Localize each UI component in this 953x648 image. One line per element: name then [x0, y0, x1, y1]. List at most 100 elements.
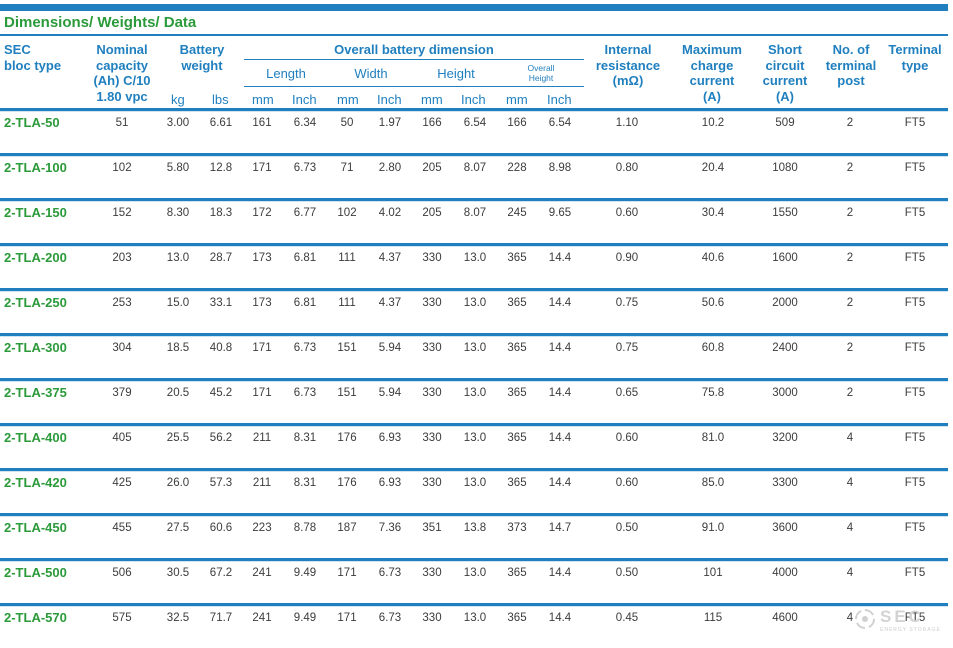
cell-overall-height-inch: 14.4 [548, 612, 572, 624]
cell-model: 2-TLA-400 [4, 430, 67, 445]
table-row: 2-TLA-500 506 30.5 67.2 241 9.49 171 6.73 330 13.… [0, 558, 948, 603]
cell-terminal-posts: 2 [846, 162, 854, 174]
header-overall-height: Overall Height [527, 63, 555, 83]
cell-short-circuit-current: 1080 [772, 162, 798, 174]
cell-model: 2-TLA-150 [4, 205, 67, 220]
cell-model: 2-TLA-500 [4, 565, 67, 580]
unit-overall-height-inch: Inch [547, 92, 572, 107]
cell-max-charge-current: 10.2 [701, 117, 725, 129]
row-separator-shadow [0, 426, 948, 427]
table-row: 2-TLA-100 102 5.80 12.8 171 6.73 71 2.80 205 8.07… [0, 153, 948, 198]
table-row: 2-TLA-50 51 3.00 6.61 161 6.34 50 1.97 166 6.54 16… [0, 108, 948, 153]
cell-max-charge-current: 75.8 [701, 387, 725, 399]
table-row: 2-TLA-300 304 18.5 40.8 171 6.73 151 5.94 330 13.… [0, 333, 948, 378]
cell-capacity: 51 [115, 117, 129, 129]
cell-capacity: 455 [112, 522, 132, 534]
unit-height-mm: mm [421, 92, 443, 107]
cell-short-circuit-current: 1600 [772, 252, 798, 264]
cell-max-charge-current: 85.0 [701, 477, 725, 489]
row-separator-shadow [0, 516, 948, 517]
cell-short-circuit-current: 509 [775, 117, 795, 129]
cell-short-circuit-current: 3200 [772, 432, 798, 444]
cell-short-circuit-current: 3600 [772, 522, 798, 534]
header-internal-resistance: Internal resistance (mΩ) [595, 42, 661, 88]
cell-internal-resistance: 0.50 [615, 522, 639, 534]
cell-terminal-type: FT5 [904, 117, 926, 129]
cell-terminal-posts: 2 [846, 387, 854, 399]
table-row: 2-TLA-375 379 20.5 45.2 171 6.73 151 5.94 330 13.… [0, 378, 948, 423]
header-overall-dimension: Overall battery dimension [334, 42, 494, 57]
header-terminal-type: Terminal type [888, 42, 942, 73]
cell-overall-height-inch: 14.4 [548, 252, 572, 264]
cell-model: 2-TLA-450 [4, 520, 67, 535]
cell-overall-height-inch: 14.7 [548, 522, 572, 534]
cell-internal-resistance: 0.80 [615, 162, 639, 174]
cell-max-charge-current: 40.6 [701, 252, 725, 264]
overall-dimension-underline [244, 59, 584, 60]
cell-terminal-posts: 4 [846, 567, 854, 579]
cell-short-circuit-current: 4600 [772, 612, 798, 624]
row-separator-shadow [0, 246, 948, 247]
row-separator-shadow [0, 336, 948, 337]
cell-short-circuit-current: 1550 [772, 207, 798, 219]
sec-watermark-logo: SEC ENERGY STORAGE [854, 606, 944, 634]
cell-internal-resistance: 0.60 [615, 207, 639, 219]
cell-terminal-type: FT5 [904, 432, 926, 444]
cell-max-charge-current: 60.8 [701, 342, 725, 354]
row-separator-shadow [0, 111, 948, 112]
sec-logo-icon [855, 609, 875, 629]
table-row: 2-TLA-400 405 25.5 56.2 211 8.31 176 6.93 330 13.… [0, 423, 948, 468]
cell-model: 2-TLA-420 [4, 475, 67, 490]
row-separator-shadow [0, 381, 948, 382]
header-max-charge-current: Maximum charge current (A) [682, 42, 742, 104]
header-width: Width [354, 66, 388, 81]
cell-terminal-type: FT5 [904, 522, 926, 534]
row-separator-shadow [0, 606, 948, 607]
cell-internal-resistance: 0.60 [615, 477, 639, 489]
cell-terminal-posts: 2 [846, 117, 854, 129]
unit-kg: kg [171, 92, 185, 107]
unit-lbs: lbs [212, 92, 229, 107]
table-row: 2-TLA-150 152 8.30 18.3 172 6.77 102 4.02 205 8.0… [0, 198, 948, 243]
cell-model: 2-TLA-50 [4, 115, 60, 130]
cell-model: 2-TLA-100 [4, 160, 67, 175]
row-separator-shadow [0, 291, 948, 292]
table-row: 2-TLA-250 253 15.0 33.1 173 6.81 111 4.37 330 13.… [0, 288, 948, 333]
table-row: 2-TLA-570 575 32.5 71.7 241 9.49 171 6.73 330 13.… [0, 603, 948, 648]
watermark-subtext: ENERGY STORAGE [880, 627, 941, 633]
cell-terminal-type: FT5 [904, 387, 926, 399]
cell-overall-height-inch: 6.54 [548, 117, 572, 129]
header-top-rule [0, 34, 948, 36]
cell-model: 2-TLA-570 [4, 610, 67, 625]
cell-overall-height-inch: 8.98 [548, 162, 572, 174]
page-title: Dimensions/ Weights/ Data [4, 14, 197, 31]
cell-capacity: 425 [112, 477, 132, 489]
cell-short-circuit-current: 3000 [772, 387, 798, 399]
header-nominal-capacity: Nominal capacity (Ah) C/10 1.80 vpc [93, 42, 151, 104]
cell-overall-height-inch: 14.4 [548, 477, 572, 489]
cell-terminal-type: FT5 [904, 567, 926, 579]
cell-max-charge-current: 91.0 [701, 522, 725, 534]
cell-short-circuit-current: 4000 [772, 567, 798, 579]
cell-capacity: 575 [112, 612, 132, 624]
cell-max-charge-current: 20.4 [701, 162, 725, 174]
row-separator-shadow [0, 561, 948, 562]
cell-capacity: 253 [112, 297, 132, 309]
cell-internal-resistance: 1.10 [615, 117, 639, 129]
cell-terminal-type: FT5 [904, 297, 926, 309]
cell-internal-resistance: 0.75 [615, 297, 639, 309]
unit-length-mm: mm [252, 92, 274, 107]
cell-capacity: 405 [112, 432, 132, 444]
table-row: 2-TLA-200 203 13.0 28.7 173 6.81 111 4.37 330 13.… [0, 243, 948, 288]
header-length: Length [266, 66, 306, 81]
dimension-subheader-underline [244, 86, 584, 87]
row-separator-shadow [0, 201, 948, 202]
unit-width-mm: mm [337, 92, 359, 107]
cell-terminal-type: FT5 [904, 162, 926, 174]
row-separator-shadow [0, 156, 948, 157]
top-accent-bar [0, 4, 948, 11]
cell-model: 2-TLA-250 [4, 295, 67, 310]
cell-terminal-posts: 2 [846, 342, 854, 354]
cell-short-circuit-current: 2400 [772, 342, 798, 354]
table-row: 2-TLA-450 455 27.5 60.6 223 8.78 187 7.36 351 13.… [0, 513, 948, 558]
